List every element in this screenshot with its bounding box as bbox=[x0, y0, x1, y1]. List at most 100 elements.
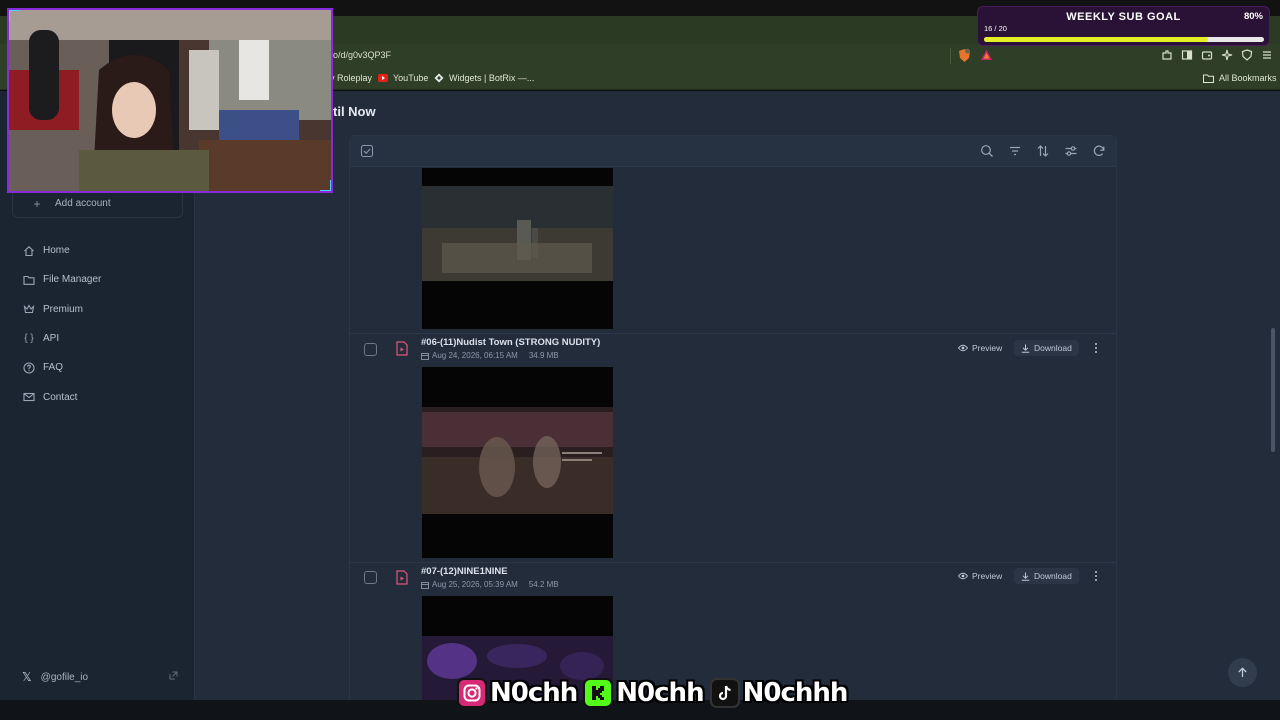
sidebar-item-label: File Manager bbox=[43, 274, 102, 286]
folder-icon bbox=[1203, 74, 1214, 83]
social-handles-overlay: N0chh N0chh N0chhh bbox=[457, 676, 850, 710]
sidebar-item-file-manager[interactable]: File Manager bbox=[14, 265, 184, 294]
add-account-button[interactable]: + Add account bbox=[12, 190, 183, 218]
social-handle: @gofile_io bbox=[40, 671, 89, 683]
sidebar-item-contact[interactable]: Contact bbox=[14, 382, 184, 411]
all-bookmarks[interactable]: All Bookmarks bbox=[1203, 73, 1277, 83]
sub-goal-percent: 80% bbox=[1243, 11, 1263, 22]
sub-goal-progress-track bbox=[984, 37, 1264, 42]
sidebar-item-label: Contact bbox=[43, 391, 78, 403]
divider bbox=[950, 48, 951, 64]
settings-sliders-icon[interactable] bbox=[1064, 144, 1078, 158]
brave-shield-icon[interactable] bbox=[958, 48, 971, 63]
x-logo-icon: 𝕏 bbox=[22, 670, 32, 684]
preview-label: Preview bbox=[972, 571, 1003, 581]
bookmark-label: y Roleplay bbox=[330, 73, 373, 83]
sidebar-item-label: Home bbox=[43, 245, 70, 257]
preview-label: Preview bbox=[972, 343, 1003, 353]
download-label: Download bbox=[1034, 571, 1072, 581]
sub-goal-widget: WEEKLY SUB GOAL 80% 16 / 20 bbox=[977, 6, 1270, 46]
file-select-checkbox[interactable] bbox=[364, 571, 377, 584]
video-thumbnail[interactable] bbox=[422, 168, 613, 329]
sub-goal-count: 16 / 20 bbox=[984, 24, 1007, 33]
bookmark-label: YouTube bbox=[393, 73, 429, 83]
sidebar-item-label: Premium bbox=[43, 303, 84, 315]
instagram-handle: N0chh bbox=[490, 678, 578, 708]
row-divider bbox=[350, 333, 1116, 334]
thumbnail-image bbox=[422, 367, 613, 558]
folder-icon bbox=[22, 273, 36, 287]
question-icon bbox=[22, 361, 36, 375]
bookmark-youtube[interactable]: YouTube bbox=[378, 73, 428, 83]
sidebar-item-faq[interactable]: FAQ bbox=[14, 353, 184, 382]
thumbnail-image bbox=[422, 168, 613, 329]
sort-icon[interactable] bbox=[1036, 144, 1050, 158]
webcam-overlay bbox=[7, 8, 333, 193]
file-meta: Aug 25, 2026, 05:39 AM 54.2 MB bbox=[421, 580, 559, 589]
file-size: 54.2 MB bbox=[528, 580, 559, 589]
preview-button[interactable]: Preview bbox=[951, 568, 1009, 584]
external-link-icon bbox=[169, 671, 178, 680]
calendar-icon bbox=[421, 581, 429, 589]
file-toolbar bbox=[350, 136, 1116, 167]
video-file-icon bbox=[396, 341, 408, 356]
search-icon[interactable] bbox=[980, 144, 994, 158]
leo-ai-icon[interactable] bbox=[1220, 48, 1234, 62]
row-divider bbox=[350, 562, 1116, 563]
tiktok-icon bbox=[709, 678, 740, 708]
more-options-icon[interactable] bbox=[1092, 341, 1100, 355]
file-name[interactable]: #07-(12)NINE1NINE bbox=[421, 566, 508, 577]
menu-icon[interactable] bbox=[1260, 48, 1274, 62]
webcam-image bbox=[9, 10, 331, 191]
botrix-icon bbox=[434, 73, 444, 83]
more-options-icon[interactable] bbox=[1092, 569, 1100, 583]
bookmark-label: Widgets | BotRix —... bbox=[449, 73, 535, 83]
page-title: til Now bbox=[333, 104, 376, 119]
file-name[interactable]: #06-(11)Nudist Town (STRONG NUDITY) bbox=[421, 337, 600, 348]
sidebar-icon[interactable] bbox=[1180, 48, 1194, 62]
scroll-to-top-button[interactable] bbox=[1228, 658, 1257, 687]
preview-button[interactable]: Preview bbox=[951, 340, 1009, 356]
wallet-icon[interactable] bbox=[1200, 48, 1214, 62]
sub-goal-progress-fill bbox=[984, 37, 1208, 42]
home-icon bbox=[22, 244, 36, 258]
download-button[interactable]: Download bbox=[1014, 568, 1079, 584]
refresh-icon[interactable] bbox=[1092, 144, 1106, 158]
download-button[interactable]: Download bbox=[1014, 340, 1079, 356]
video-file-icon bbox=[396, 570, 408, 585]
file-select-checkbox[interactable] bbox=[364, 343, 377, 356]
sidebar-item-label: API bbox=[43, 333, 60, 345]
crown-icon bbox=[22, 302, 36, 316]
file-date: Aug 24, 2026, 06:15 AM bbox=[432, 351, 518, 360]
social-link-x[interactable]: 𝕏 @gofile_io bbox=[14, 666, 184, 688]
file-size: 34.9 MB bbox=[528, 351, 559, 360]
file-date: Aug 25, 2026, 05:39 AM bbox=[432, 580, 518, 589]
sidebar-item-premium[interactable]: Premium bbox=[14, 295, 184, 324]
kick-handle: N0chh bbox=[616, 678, 704, 708]
download-icon bbox=[1021, 572, 1030, 581]
file-meta: Aug 24, 2026, 06:15 AM 34.9 MB bbox=[421, 351, 559, 360]
sub-goal-title: WEEKLY SUB GOAL bbox=[1066, 11, 1181, 23]
extensions-icon[interactable] bbox=[1160, 48, 1174, 62]
vpn-icon[interactable] bbox=[1240, 48, 1254, 62]
sidebar-item-home[interactable]: Home bbox=[14, 236, 184, 265]
all-bookmarks-label: All Bookmarks bbox=[1219, 73, 1277, 83]
plus-icon: + bbox=[33, 196, 41, 211]
bookmark-item[interactable]: y Roleplay bbox=[330, 73, 372, 83]
bookmark-botrix[interactable]: Widgets | BotRix —... bbox=[434, 73, 534, 83]
sidebar-nav: Home File Manager Premium { } API FAQ Co… bbox=[14, 236, 184, 412]
arrow-up-icon bbox=[1238, 667, 1247, 677]
address-bar[interactable]: o/d/g0v3QP3F bbox=[333, 50, 391, 60]
add-account-label: Add account bbox=[55, 198, 111, 209]
sidebar-item-api[interactable]: { } API bbox=[14, 324, 184, 353]
youtube-icon bbox=[378, 74, 388, 82]
filter-icon[interactable] bbox=[1008, 144, 1022, 158]
kick-icon bbox=[583, 678, 614, 708]
video-thumbnail[interactable] bbox=[422, 367, 613, 558]
select-all-checkbox-icon[interactable] bbox=[360, 144, 374, 158]
brave-rewards-icon[interactable] bbox=[980, 48, 993, 62]
download-icon bbox=[1021, 344, 1030, 353]
calendar-icon bbox=[421, 352, 429, 360]
page-scrollbar[interactable] bbox=[1271, 328, 1275, 452]
eye-icon bbox=[958, 572, 968, 580]
